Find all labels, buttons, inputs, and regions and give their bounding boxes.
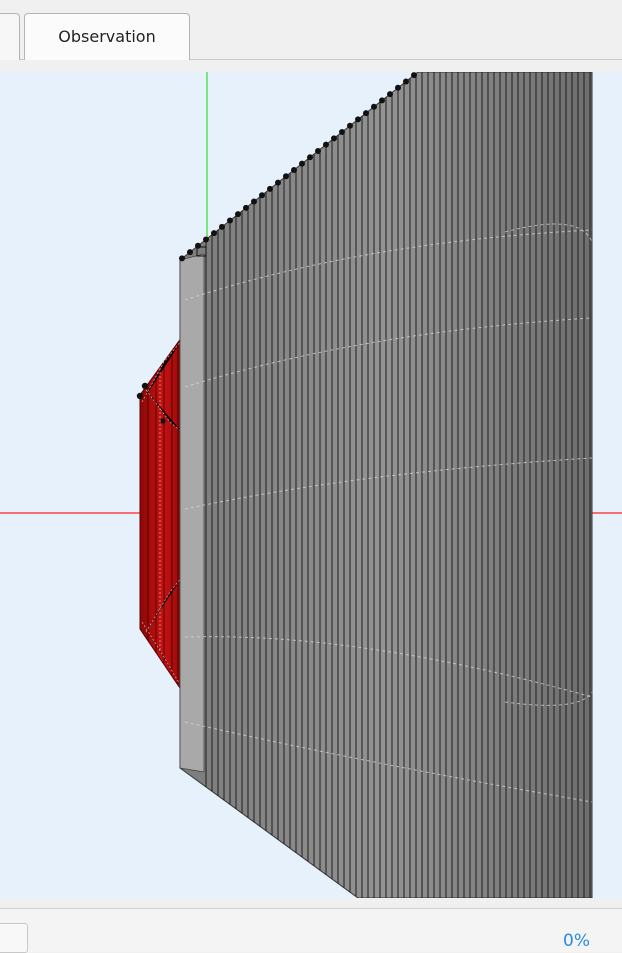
blank-box-icon[interactable] (0, 923, 28, 953)
tab-observation[interactable]: Observation (24, 13, 190, 60)
progress-percent: 0% (563, 931, 590, 951)
viewport-scene[interactable] (0, 72, 622, 898)
status-bar: 0% (0, 908, 622, 953)
tab-bar: Observation (0, 0, 622, 60)
3d-viewport[interactable] (0, 72, 622, 898)
inner-red-part[interactable] (136, 332, 185, 696)
outer-shell[interactable] (179, 72, 593, 898)
tab-previous[interactable] (0, 13, 20, 60)
